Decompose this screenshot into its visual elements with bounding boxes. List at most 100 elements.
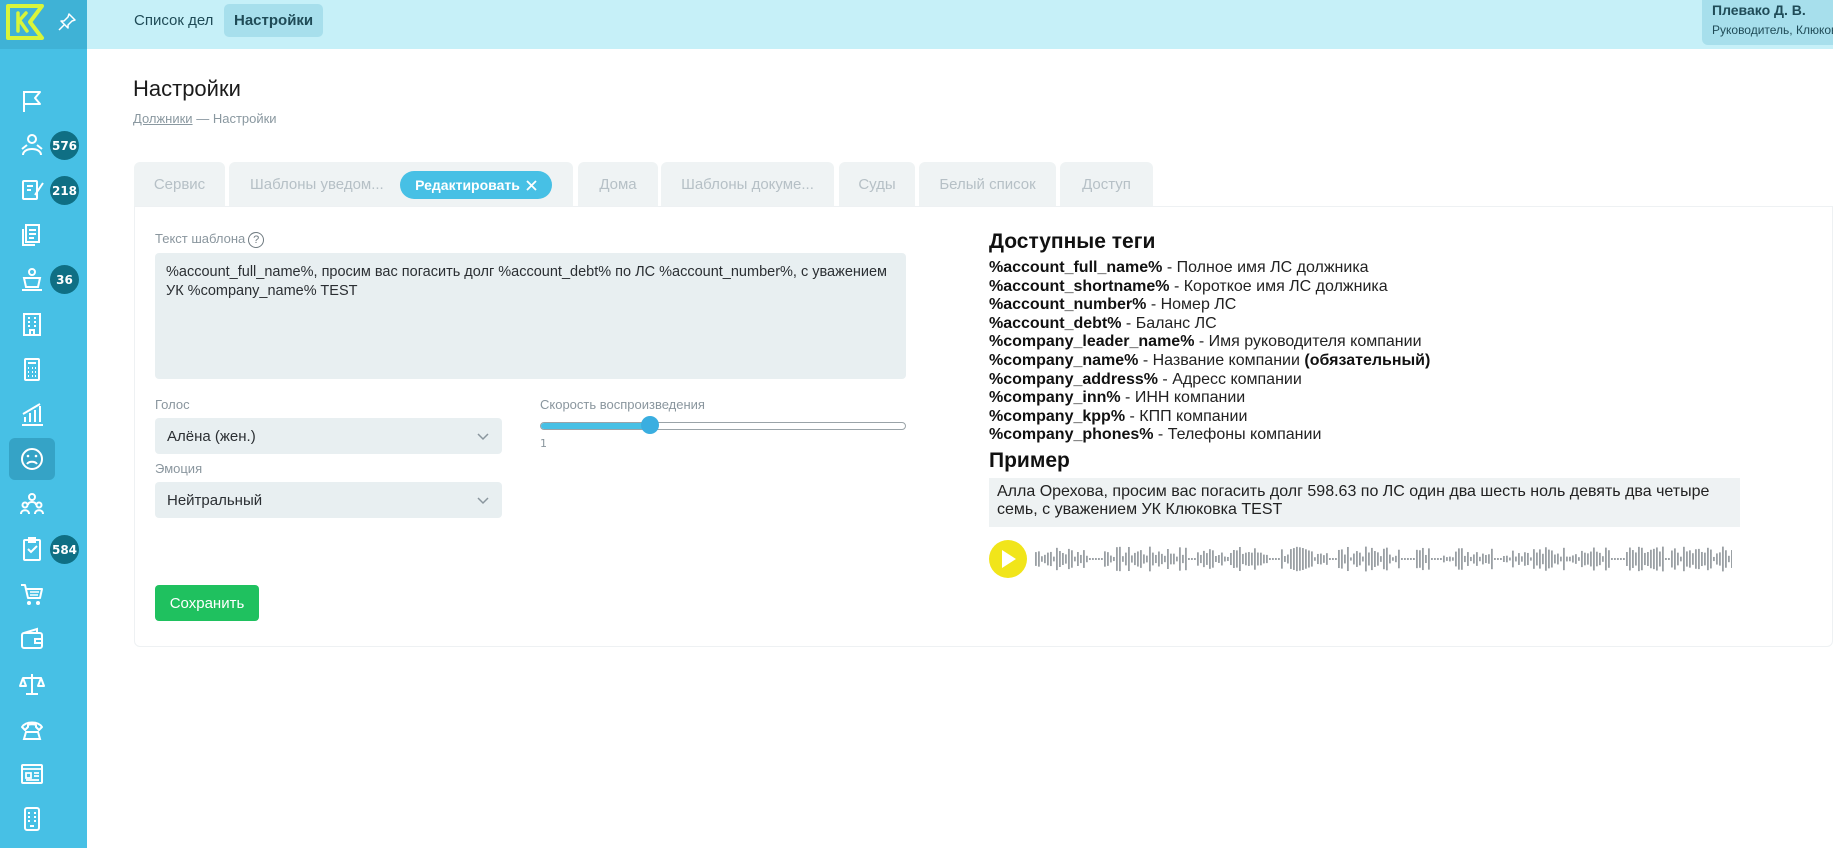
sidebar-item-cart[interactable] <box>9 573 55 615</box>
tab-service[interactable]: Сервис <box>134 162 225 207</box>
waveform-bar <box>1404 558 1406 560</box>
tag-code: %account_number% <box>989 296 1147 314</box>
waveform-bar <box>1464 555 1466 563</box>
tags-list: %account_full_name% - Полное имя ЛС долж… <box>989 259 1430 445</box>
speed-value: 1 <box>540 437 547 450</box>
waveform-bar <box>1038 551 1040 567</box>
waveform-bar <box>1251 552 1253 566</box>
waveform-bar <box>1530 557 1532 561</box>
waveform-bar <box>1335 558 1337 560</box>
waveform-bar <box>1311 551 1313 567</box>
sidebar-item-phone[interactable] <box>9 708 55 750</box>
tab-courts[interactable]: Суды <box>839 162 915 207</box>
waveform-bar <box>1140 550 1142 568</box>
waveform-bar <box>1422 547 1424 571</box>
phone-icon <box>21 721 43 740</box>
waveform-bar <box>1521 556 1523 562</box>
waveform-bar <box>1473 554 1475 564</box>
audio-waveform[interactable] <box>1035 540 1732 578</box>
tag-item: %company_leader_name% - Имя руководителя… <box>989 333 1430 352</box>
sidebar-item-checklist[interactable] <box>9 528 55 570</box>
waveform-bar <box>1146 555 1148 563</box>
sidebar-item-news[interactable] <box>9 753 55 795</box>
waveform-bar <box>1074 556 1076 562</box>
sidebar-item-court[interactable] <box>9 258 55 300</box>
play-button[interactable] <box>989 540 1027 578</box>
sidebar-item-edit-doc[interactable] <box>9 169 55 211</box>
waveform-bar <box>1584 552 1586 566</box>
waveform-bar <box>1179 547 1181 571</box>
waveform-bar <box>1089 558 1091 560</box>
waveform-bar <box>1566 556 1568 562</box>
tab-whitelist[interactable]: Белый список <box>919 162 1056 207</box>
tab-houses[interactable]: Дома <box>578 162 658 207</box>
waveform-bar <box>1272 558 1274 560</box>
waveform-bar <box>1620 558 1622 560</box>
waveform-bar <box>1479 556 1481 562</box>
docs-icon <box>22 224 40 246</box>
waveform-bar <box>1173 553 1175 565</box>
waveform-bar <box>1449 556 1451 562</box>
waveform-bar <box>1380 556 1382 562</box>
sidebar-item-scales[interactable] <box>9 663 55 705</box>
tab-edit-chip[interactable]: Редактировать <box>400 171 552 199</box>
tab-access[interactable]: Доступ <box>1060 162 1153 207</box>
waveform-bar <box>1221 552 1223 566</box>
count-badge: 36 <box>50 265 79 294</box>
tag-description: - Баланс ЛС <box>1121 314 1217 332</box>
waveform-bar <box>1299 547 1301 571</box>
waveform-bar <box>1461 548 1463 570</box>
waveform-bar <box>1488 554 1490 564</box>
sidebar-item-sad-face[interactable] <box>9 438 55 480</box>
waveform-bar <box>1389 554 1391 564</box>
waveform-bar <box>1578 557 1580 561</box>
sidebar-item-docs[interactable] <box>9 214 55 256</box>
sidebar-item-people[interactable] <box>9 483 55 525</box>
page-title: Настройки <box>133 76 241 101</box>
sidebar-item-wallet[interactable] <box>9 618 55 660</box>
user-menu[interactable]: Плевако Д. В. Руководитель, Клюковка <box>1702 0 1833 45</box>
sidebar-item-chart[interactable] <box>9 393 55 435</box>
voice-select[interactable]: Алёна (жен.) <box>155 418 502 454</box>
sidebar-item-mobile[interactable] <box>9 798 55 840</box>
tag-code: %company_name% <box>989 351 1139 369</box>
speed-slider-track[interactable] <box>540 422 906 430</box>
template-textarea[interactable]: %account_full_name%, просим вас погасить… <box>155 253 906 379</box>
waveform-bar <box>1098 558 1100 560</box>
waveform-bar <box>1068 548 1070 570</box>
tag-code: %company_inn% <box>989 389 1121 407</box>
waveform-bar <box>1350 557 1352 561</box>
sidebar-item-debtors[interactable] <box>9 124 55 166</box>
example-text: Алла Орехова, просим вас погасить долг 5… <box>989 478 1740 527</box>
emotion-select[interactable]: Нейтральный <box>155 482 502 518</box>
flag-icon <box>23 91 41 112</box>
waveform-bar <box>1206 553 1208 565</box>
close-icon[interactable] <box>526 179 537 191</box>
sidebar-item-calculator[interactable] <box>9 348 55 390</box>
tab-edit-label: Редактировать <box>415 177 520 193</box>
waveform-bar <box>1308 550 1310 568</box>
waveform-bar <box>1224 556 1226 562</box>
waveform-bar <box>1590 551 1592 567</box>
logo-icon[interactable] <box>5 3 45 41</box>
tab-document-templates[interactable]: Шаблоны докуме... <box>661 162 834 207</box>
breadcrumb-debtors-link[interactable]: Должники <box>133 111 193 126</box>
tag-description: - Название компании <box>1138 351 1305 369</box>
chevron-down-icon <box>477 433 489 441</box>
sidebar-item-building[interactable] <box>9 303 55 345</box>
sidebar-item-flag[interactable] <box>9 80 55 122</box>
topbar: Список дел Настройки <box>87 0 1833 49</box>
waveform-bar <box>1218 555 1220 563</box>
save-button[interactable]: Сохранить <box>155 585 259 621</box>
tag-item: %account_shortname% - Короткое имя ЛС до… <box>989 278 1430 297</box>
help-icon[interactable]: ? <box>248 231 265 248</box>
speed-slider-thumb[interactable] <box>640 416 659 434</box>
settings-link[interactable]: Настройки <box>224 4 324 37</box>
tasks-link[interactable]: Список дел <box>124 4 223 37</box>
waveform-bar <box>1668 558 1670 560</box>
count-badge: 576 <box>50 131 79 160</box>
edit-doc-icon <box>22 180 44 200</box>
waveform-bar <box>1665 558 1667 560</box>
waveform-bar <box>1647 552 1649 566</box>
pin-icon[interactable] <box>57 12 77 32</box>
